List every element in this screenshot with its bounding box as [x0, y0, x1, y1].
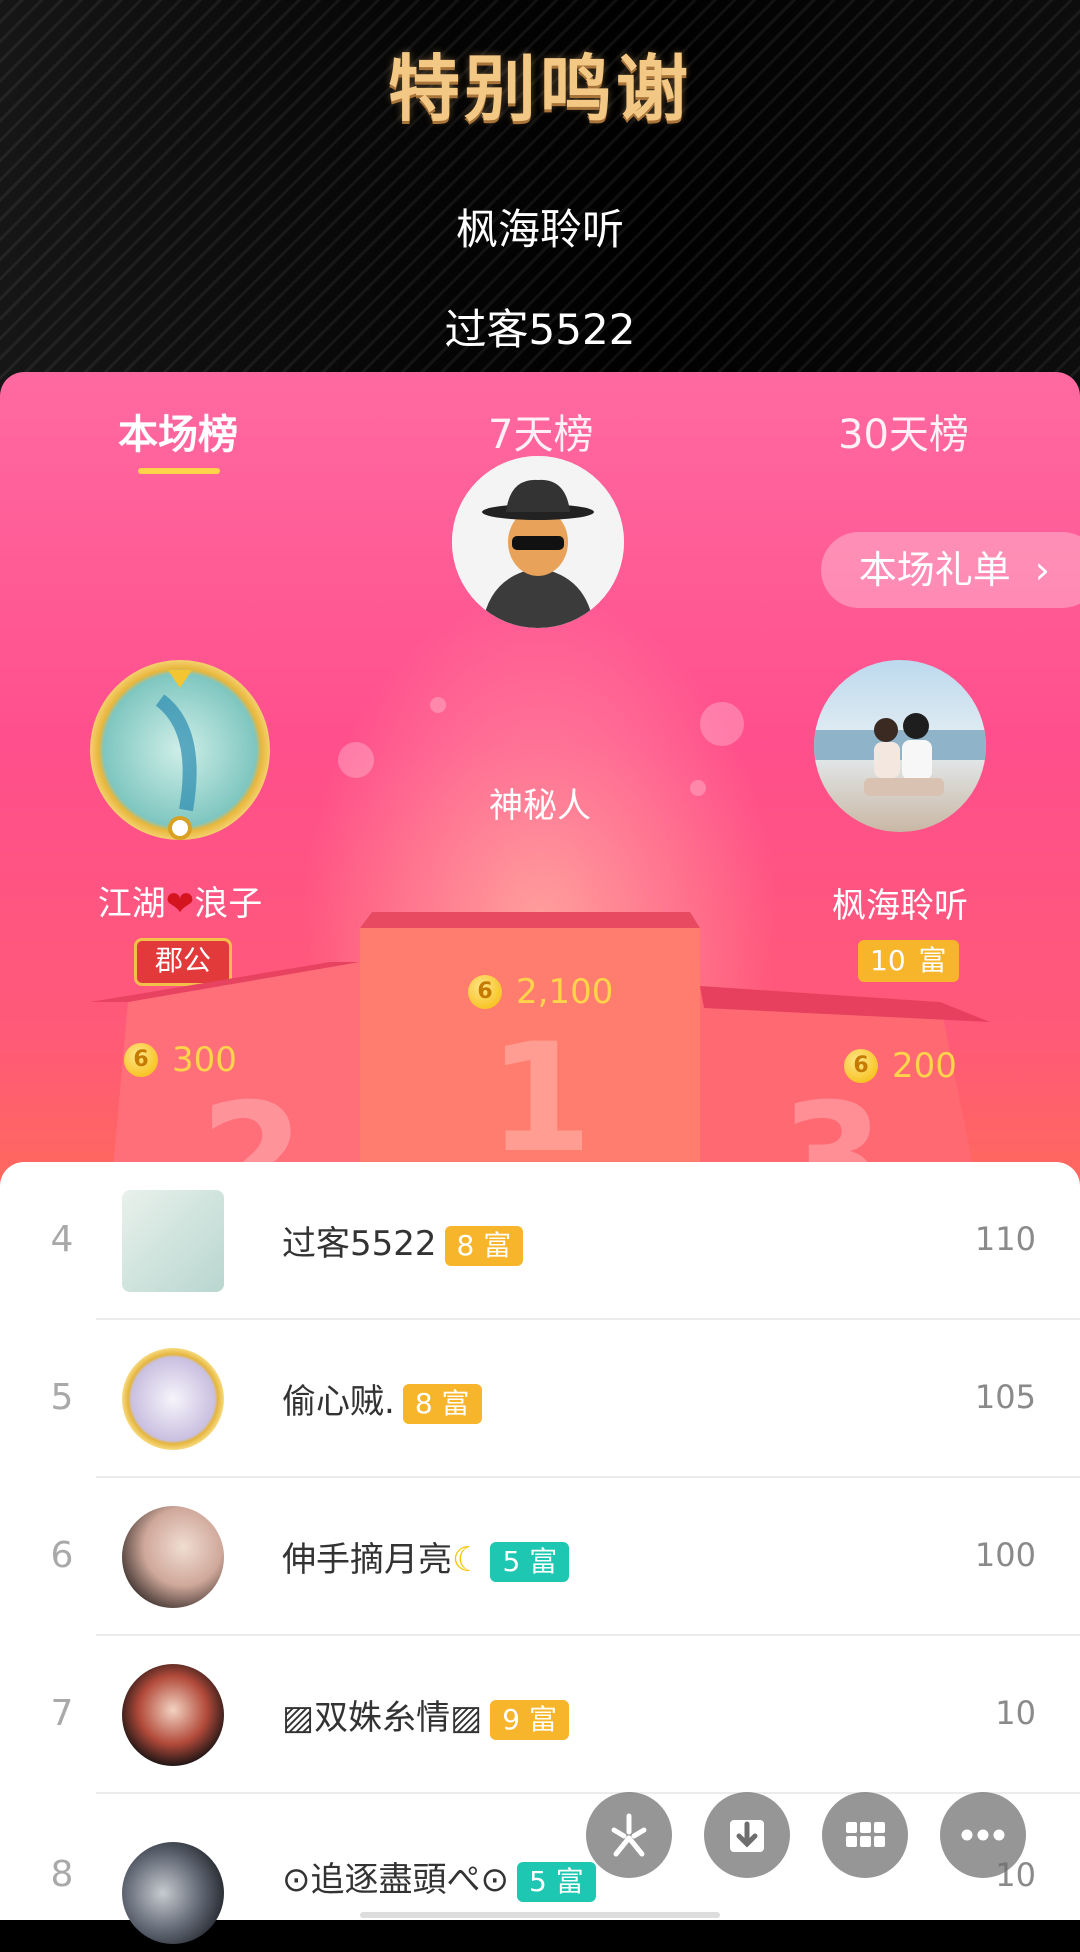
user-name-text: 偷心贼.	[282, 1382, 395, 1422]
coin-icon: 6	[844, 1049, 878, 1083]
rank-number: 8	[50, 1854, 74, 1895]
decor-bubble	[690, 780, 706, 796]
wealth-badge: 8 富	[402, 1383, 482, 1424]
badge-type: 富	[441, 1386, 470, 1420]
badge-level: 9	[502, 1702, 521, 1736]
list-item[interactable]: 8 ⊙追逐盡頭ぺ⊙ 5 富 10	[0, 1794, 1080, 1952]
list-item[interactable]: 6 伸手摘月亮☾ 5 富 100	[0, 1478, 1080, 1636]
list-item[interactable]: 7 ▨双姝糸情▨ 9 富 10	[0, 1636, 1080, 1794]
chevron-right-icon: ›	[1034, 548, 1050, 592]
avatar[interactable]	[122, 1506, 224, 1608]
badge-level: 8	[456, 1228, 475, 1262]
wealth-badge: 5 富	[516, 1861, 596, 1902]
podium-name-first: 神秘人	[489, 786, 591, 826]
refresh-button[interactable]	[586, 1792, 672, 1878]
thanks-name-2: 过客5522	[444, 305, 636, 354]
more-icon	[961, 1829, 1005, 1841]
score: 100	[974, 1536, 1036, 1574]
more-button[interactable]	[940, 1792, 1026, 1878]
wealth-badge: 9 富	[490, 1699, 569, 1740]
download-button[interactable]	[704, 1792, 790, 1878]
coin-amount: 200	[892, 1046, 957, 1086]
decor-bubble	[700, 702, 744, 746]
badge-level: 8	[414, 1386, 433, 1420]
download-icon	[730, 1820, 764, 1852]
active-tab-indicator	[138, 468, 220, 474]
list-item[interactable]: 5 偷心贼. 8 富 105	[0, 1320, 1080, 1478]
tab-30-days[interactable]: 30天榜	[838, 402, 969, 460]
rank-number: 5	[50, 1377, 74, 1418]
decor-bubble	[338, 742, 374, 778]
badge-type: 富	[483, 1228, 512, 1262]
badge-level: 5	[502, 1544, 521, 1578]
list-item[interactable]: 4 过客5522 8 富 110	[0, 1162, 1080, 1320]
avatar[interactable]	[122, 1190, 224, 1292]
avatar-second-place[interactable]	[90, 660, 270, 840]
user-name: ⊙追逐盡頭ぺ⊙ 5 富	[282, 1852, 596, 1902]
avatar[interactable]	[122, 1664, 224, 1766]
coin-icon: 6	[468, 975, 502, 1009]
decor-bubble	[430, 697, 446, 713]
coins-first: 6 2,100	[468, 972, 613, 1012]
header: 特别鸣谢 枫海聆听 过客5522	[0, 0, 1080, 390]
coin-amount: 300	[172, 1040, 237, 1080]
page-title: 特别鸣谢	[387, 47, 692, 131]
badge-type: 富	[529, 1544, 558, 1578]
user-name-text: 伸手摘月亮	[282, 1540, 452, 1580]
badge-level: 5	[528, 1864, 547, 1898]
badge-type: 富	[555, 1864, 584, 1898]
coins-third: 6 200	[844, 1046, 957, 1086]
grid-icon	[846, 1822, 885, 1847]
rank-number: 4	[50, 1219, 74, 1260]
apps-button[interactable]	[822, 1792, 908, 1878]
podium-number-1: 1	[488, 1012, 593, 1186]
user-name-text: ▨双姝糸情▨	[282, 1698, 483, 1738]
couple-photo	[814, 713, 986, 796]
score: 10	[995, 1694, 1036, 1732]
rank-number: 6	[50, 1535, 74, 1576]
refresh-icon	[611, 1813, 647, 1857]
avatar-frame	[155, 670, 197, 840]
user-name-text: 过客5522	[282, 1224, 437, 1264]
coin-icon: 6	[124, 1043, 158, 1077]
ranking-panel: 本场榜 7天榜 30天榜 本场礼单 › 神秘人 江湖❤浪子 郡公 枫海聆听 10…	[0, 372, 1080, 1202]
tab-7-days[interactable]: 7天榜	[488, 402, 593, 460]
gift-list-label: 本场礼单	[858, 548, 1011, 592]
home-indicator[interactable]	[360, 1912, 720, 1918]
score: 105	[974, 1378, 1036, 1416]
coins-second: 6 300	[124, 1040, 237, 1080]
wealth-badge: 8 富	[444, 1225, 524, 1266]
coin-amount: 2,100	[516, 972, 614, 1012]
badge-type: 富	[528, 1702, 557, 1736]
user-name-text: ⊙追逐盡頭ぺ⊙	[282, 1860, 509, 1900]
avatar-third-place[interactable]	[814, 660, 986, 832]
user-name: 偷心贼. 8 富	[282, 1374, 482, 1424]
user-name: ▨双姝糸情▨ 9 富	[282, 1690, 569, 1740]
mystery-person-icon	[452, 456, 624, 628]
score: 110	[974, 1220, 1036, 1258]
user-name: 伸手摘月亮☾ 5 富	[282, 1532, 570, 1582]
gift-list-button[interactable]: 本场礼单 ›	[820, 532, 1080, 608]
moon-emoji: ☾	[452, 1540, 483, 1580]
avatar[interactable]	[122, 1842, 224, 1944]
avatar[interactable]	[122, 1348, 224, 1450]
wealth-badge: 5 富	[490, 1541, 570, 1582]
rank-number: 7	[50, 1693, 74, 1734]
ranking-list: 4 过客5522 8 富 110 5 偷心贼. 8 富 105 6 伸手摘月亮☾ 5 …	[0, 1162, 1080, 1944]
user-name: 过客5522 8 富	[282, 1216, 524, 1266]
thanks-name-1: 枫海聆听	[455, 205, 624, 254]
avatar-first-place[interactable]	[452, 456, 624, 628]
tab-this-session[interactable]: 本场榜	[118, 402, 238, 460]
